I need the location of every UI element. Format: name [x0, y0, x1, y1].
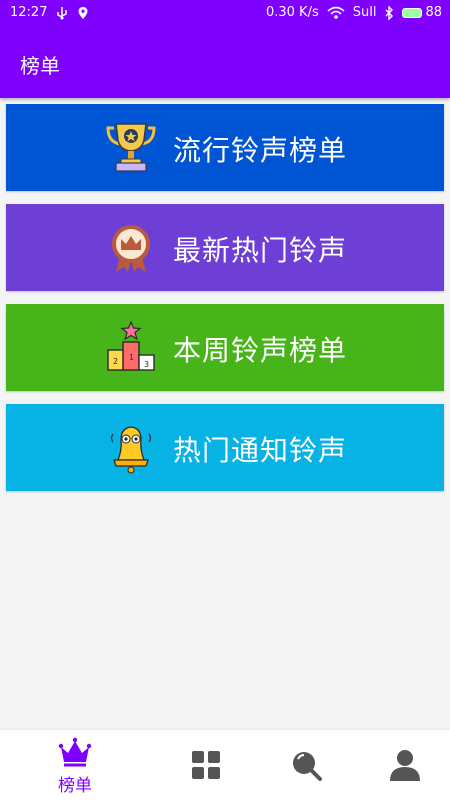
location-icon	[77, 6, 89, 20]
svg-text:3: 3	[144, 360, 149, 369]
category-label: 热门通知铃声	[173, 434, 348, 467]
tab-rankings[interactable]: 榜单	[19, 730, 131, 800]
category-card-popular[interactable]: 流行铃声榜单	[6, 104, 444, 191]
tab-profile[interactable]	[349, 730, 450, 800]
page-title: 榜单	[20, 54, 60, 78]
battery-indicator: 88	[402, 5, 442, 20]
tab-label: 榜单	[58, 775, 92, 796]
wifi-icon	[327, 6, 345, 20]
battery-icon	[402, 7, 423, 18]
category-label: 最新热门铃声	[173, 234, 348, 267]
carrier-signal: Sull	[352, 5, 377, 20]
tab-categories[interactable]	[150, 730, 262, 800]
trophy-icon	[104, 120, 158, 174]
bottom-tab-bar: 榜单	[0, 730, 450, 800]
podium-icon: 2 1 3	[104, 320, 158, 374]
category-card-weekly[interactable]: 2 1 3 本周铃声榜单	[6, 304, 444, 391]
bell-icon	[104, 420, 158, 474]
category-label: 流行铃声榜单	[173, 134, 348, 167]
svg-text:1: 1	[129, 353, 134, 362]
app-bar: 榜单	[0, 28, 450, 98]
grid-icon	[189, 748, 223, 782]
usb-debug-icon	[55, 6, 69, 20]
search-icon	[289, 748, 323, 782]
crown-icon	[58, 735, 92, 769]
network-speed: 0.30 K/s	[265, 5, 319, 20]
bluetooth-icon	[384, 5, 394, 20]
user-icon	[388, 748, 422, 782]
battery-level: 88	[425, 5, 442, 20]
crown-medal-icon	[104, 220, 158, 274]
category-label: 本周铃声榜单	[173, 334, 348, 367]
status-bar: 12:27 0.30 K/s Sull 88	[0, 0, 450, 28]
status-time: 12:27	[10, 5, 48, 20]
category-card-notification[interactable]: 热门通知铃声	[6, 404, 444, 491]
svg-text:2: 2	[113, 357, 118, 366]
category-card-latest-hot[interactable]: 最新热门铃声	[6, 204, 444, 291]
tab-search[interactable]	[250, 730, 362, 800]
